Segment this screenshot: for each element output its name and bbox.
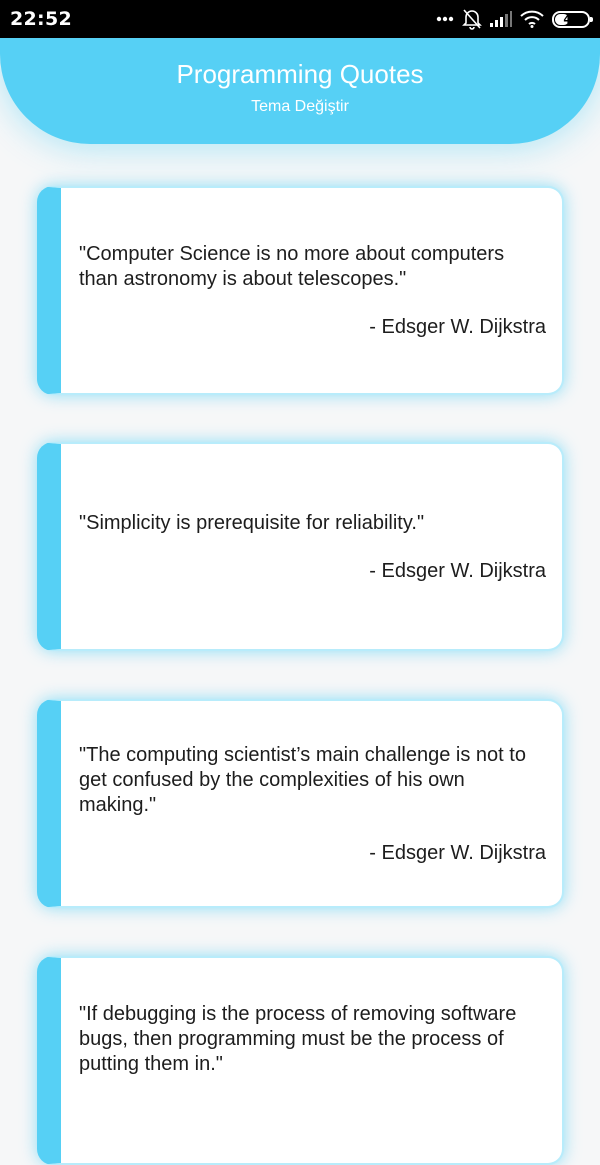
wifi-icon: [520, 10, 544, 28]
app-title: Programming Quotes: [176, 59, 424, 89]
battery-level: 44: [563, 12, 579, 26]
more-dots-icon: [436, 16, 454, 22]
quote-card[interactable]: "The computing scientist’s main challeng…: [37, 699, 564, 908]
app-header: Programming Quotes Tema Değiştir: [0, 38, 600, 144]
quote-card[interactable]: "Computer Science is no more about compu…: [37, 186, 564, 395]
quote-card[interactable]: "If debugging is the process of removing…: [37, 956, 564, 1165]
battery-tip: [590, 16, 593, 22]
quote-text: "Simplicity is prerequisite for reliabil…: [79, 511, 425, 534]
quote-text: "The computing scientist’s main challeng…: [79, 743, 526, 816]
status-time: 22:52: [10, 8, 72, 30]
quote-text: "If debugging is the process of removing…: [79, 1003, 517, 1075]
quote-author: - Edsger W. Dijkstra: [369, 841, 546, 864]
quote-card[interactable]: "Simplicity is prerequisite for reliabil…: [37, 442, 564, 651]
notifications-off-icon: [462, 8, 482, 30]
change-theme-button[interactable]: Tema Değiştir: [251, 98, 349, 116]
status-icons: 44: [436, 8, 593, 30]
quote-author: - Edsger W. Dijkstra: [369, 316, 546, 338]
battery-icon: 44: [552, 10, 593, 28]
quote-author: - Edsger W. Dijkstra: [369, 559, 546, 582]
status-bar: 22:52 44: [0, 0, 600, 38]
quote-text: "Computer Science is no more about compu…: [79, 243, 505, 290]
cellular-signal-icon: [490, 11, 512, 27]
